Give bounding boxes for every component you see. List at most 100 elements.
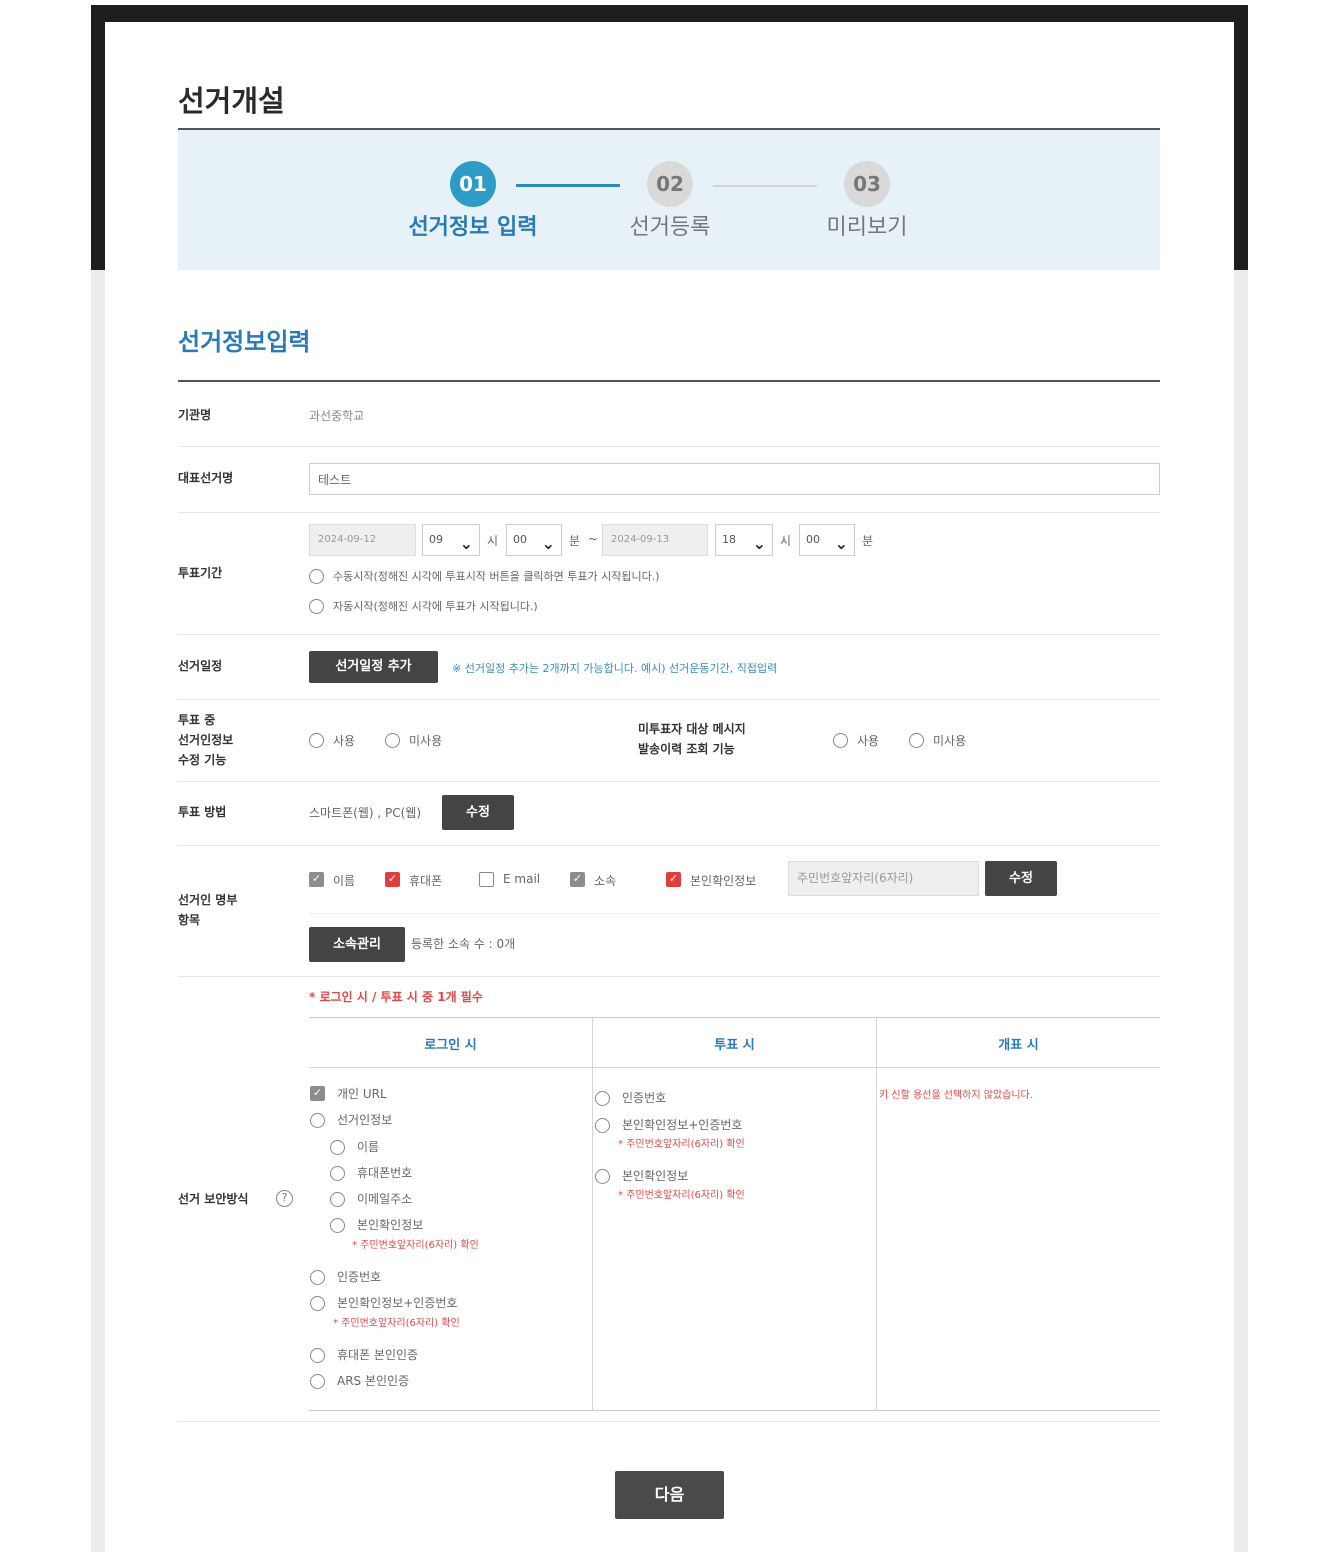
row-divider xyxy=(178,634,1160,635)
login-ars-cert-label: ARS 본인인증 xyxy=(337,1374,410,1388)
login-id-info-radio[interactable] xyxy=(330,1218,345,1233)
login-email-radio[interactable] xyxy=(330,1192,345,1207)
step-connector-2 xyxy=(713,185,817,187)
org-value: 과선중학교 xyxy=(309,409,365,423)
edit-use-radio[interactable] xyxy=(309,733,324,748)
org-label: 기관명 xyxy=(178,408,212,422)
col-divider xyxy=(592,1018,593,1411)
row-divider xyxy=(178,976,1160,977)
vote-auth-code-radio[interactable] xyxy=(595,1091,610,1106)
login-id-auth-radio[interactable] xyxy=(310,1296,325,1311)
schedule-label: 선거일정 xyxy=(178,659,223,673)
item-name-label: 이름 xyxy=(333,874,356,888)
login-ars-cert-radio[interactable] xyxy=(310,1374,325,1389)
vote-id-auth-label: 본인확인정보+인증번호 xyxy=(622,1118,743,1132)
next-button[interactable]: 다음 xyxy=(615,1471,724,1519)
item-phone-checkbox[interactable]: ✓ xyxy=(385,872,400,887)
edit-nouse-label: 미사용 xyxy=(409,734,443,748)
login-name-radio[interactable] xyxy=(330,1140,345,1155)
step-1-label: 선거정보 입력 xyxy=(408,215,538,240)
vote-auth-code-label: 인증번호 xyxy=(622,1091,667,1105)
item-email-checkbox[interactable] xyxy=(479,872,494,887)
step-1-circle: 01 xyxy=(450,161,496,207)
min-unit: 분 xyxy=(569,534,581,548)
step-2-circle: 02 xyxy=(647,161,693,207)
msg-feature-label: 미투표자 대상 메시지 발송이력 조회 기능 xyxy=(638,722,746,756)
table-head-border xyxy=(309,1067,1160,1068)
hour-unit: 시 xyxy=(487,534,499,548)
item-affil-checkbox[interactable]: ✓ xyxy=(570,872,585,887)
security-label: 선거 보안방식 xyxy=(178,1192,249,1206)
affiliation-manage-button[interactable]: 소속관리 xyxy=(309,927,405,962)
login-voter-info-radio[interactable] xyxy=(310,1113,325,1128)
login-id-auth-label: 본인확인정보+인증번호 xyxy=(337,1296,458,1310)
security-required-note: * 로그인 시 / 투표 시 중 1개 필수 xyxy=(309,990,483,1004)
vote-id-info-radio[interactable] xyxy=(595,1169,610,1184)
login-name-label: 이름 xyxy=(357,1140,380,1154)
vote-method-label: 투표 방법 xyxy=(178,805,227,819)
end-hour-select[interactable]: 18 ⌄ xyxy=(715,524,773,556)
login-auth-code-label: 인증번호 xyxy=(337,1270,382,1284)
col-divider xyxy=(876,1018,877,1411)
help-icon[interactable]: ? xyxy=(276,1190,293,1207)
item-phone-label: 휴대폰 xyxy=(409,874,443,888)
item-id-checkbox[interactable]: ✓ xyxy=(666,872,681,887)
manual-start-radio[interactable] xyxy=(309,569,324,584)
login-phone-cert-radio[interactable] xyxy=(310,1348,325,1363)
chevron-down-icon: ⌄ xyxy=(541,534,555,553)
login-email-label: 이메일주소 xyxy=(357,1192,413,1206)
login-id-info-label: 본인확인정보 xyxy=(357,1218,424,1232)
login-id-note: * 주민번호앞자리(6자리) 확인 xyxy=(352,1240,479,1251)
login-phone-radio[interactable] xyxy=(330,1166,345,1181)
item-name-checkbox[interactable]: ✓ xyxy=(309,872,324,887)
row-divider xyxy=(178,512,1160,513)
login-auth-code-radio[interactable] xyxy=(310,1270,325,1285)
vote-method-edit-button[interactable]: 수정 xyxy=(442,795,514,830)
hour-unit: 시 xyxy=(780,534,792,548)
start-min-select[interactable]: 00 ⌄ xyxy=(506,524,562,556)
row-divider xyxy=(178,845,1160,846)
chevron-down-icon: ⌄ xyxy=(834,534,848,553)
min-unit: 분 xyxy=(862,534,874,548)
step-2-label: 선거등록 xyxy=(629,215,711,240)
step-3-circle: 03 xyxy=(844,161,890,207)
msg-nouse-radio[interactable] xyxy=(909,733,924,748)
login-personal-url-checkbox[interactable]: ✓ xyxy=(310,1086,325,1101)
start-date-input[interactable]: 2024-09-12 xyxy=(309,524,416,556)
end-min-select[interactable]: 00 ⌄ xyxy=(799,524,855,556)
edit-use-label: 사용 xyxy=(333,734,356,748)
affiliation-count: 등록한 소속 수 : 0개 xyxy=(411,937,516,951)
row-divider xyxy=(178,1421,1160,1422)
item-affil-label: 소속 xyxy=(594,874,617,888)
login-id-auth-note: * 주민번호앞자리(6자리) 확인 xyxy=(333,1318,460,1329)
msg-use-label: 사용 xyxy=(857,734,880,748)
item-email-label: E mail xyxy=(503,872,541,886)
start-hour-select[interactable]: 09 ⌄ xyxy=(422,524,480,556)
edit-feature-label: 투표 중 선거인정보 수정 기능 xyxy=(178,713,234,767)
election-name-input[interactable] xyxy=(309,463,1160,495)
add-schedule-button[interactable]: 선거일정 추가 xyxy=(309,651,438,683)
end-date-input[interactable]: 2024-09-13 xyxy=(602,524,708,556)
step-indicator: 01 02 03 선거정보 입력 선거등록 미리보기 xyxy=(178,130,1160,270)
chevron-down-icon: ⌄ xyxy=(752,534,766,553)
col-login-header: 로그인 시 xyxy=(424,1038,477,1053)
vote-id-auth-radio[interactable] xyxy=(595,1118,610,1133)
row-divider xyxy=(178,699,1160,700)
section-divider xyxy=(178,380,1160,382)
vote-id-info-note: * 주민번호앞자리(6자리) 확인 xyxy=(618,1190,745,1201)
col-count-header: 개표 시 xyxy=(998,1038,1039,1053)
edit-nouse-radio[interactable] xyxy=(385,733,400,748)
vote-method-value: 스마트폰(웹) , PC(웹) xyxy=(309,806,422,820)
row-divider xyxy=(178,781,1160,782)
msg-nouse-label: 미사용 xyxy=(933,734,967,748)
voter-items-edit-button[interactable]: 수정 xyxy=(985,861,1057,896)
step-connector-1 xyxy=(516,184,620,187)
auto-start-radio[interactable] xyxy=(309,599,324,614)
login-personal-url-label: 개인 URL xyxy=(337,1087,387,1101)
vote-period-label: 투표기간 xyxy=(178,566,223,580)
range-tilde: ~ xyxy=(588,532,599,546)
id-digits-input[interactable]: 주민번호앞자리(6자리) xyxy=(788,861,979,896)
page-title: 선거개설 xyxy=(178,84,285,118)
msg-use-radio[interactable] xyxy=(833,733,848,748)
vote-id-info-label: 본인확인정보 xyxy=(622,1169,689,1183)
